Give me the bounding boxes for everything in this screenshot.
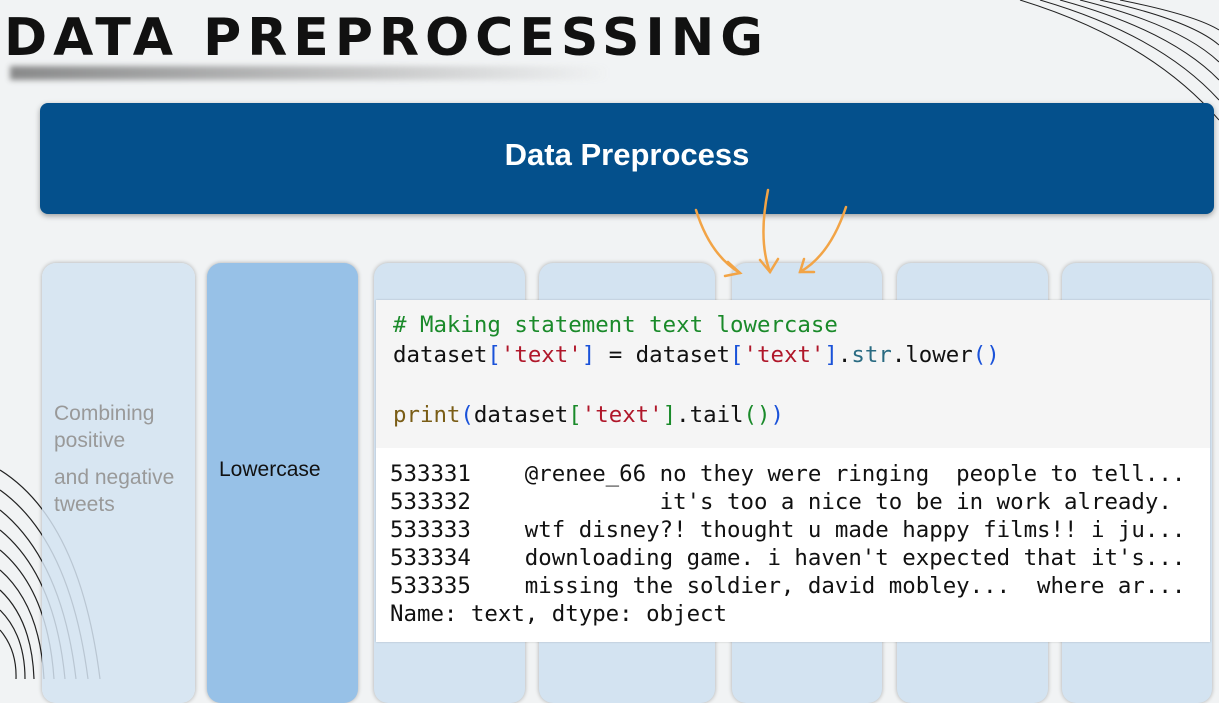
code-output: 533331 @renee_66 no they were ringing pe…: [376, 448, 1210, 628]
step-card-combining: Combining positive and negative tweets: [42, 263, 195, 703]
code-line-3: print(dataset['text'].tail()): [393, 402, 784, 428]
output-row: 533331 @renee_66 no they were ringing pe…: [390, 461, 1186, 487]
code-panel: # Making statement text lowercase datase…: [376, 300, 1210, 642]
output-row: 533333 wtf disney?! thought u made happy…: [390, 517, 1186, 543]
step-label-2: and negative tweets: [54, 466, 175, 516]
header-title: Data Preprocess: [504, 136, 750, 172]
header-bar: Data Preprocess: [40, 103, 1214, 214]
step-label: Combining positive: [54, 402, 155, 452]
output-row: 533334 downloading game. i haven't expec…: [390, 545, 1186, 571]
output-row: 533332 it's too a nice to be in work alr…: [390, 489, 1172, 515]
code-cell[interactable]: # Making statement text lowercase datase…: [376, 300, 1210, 448]
step-card-lowercase: Lowercase: [207, 263, 358, 703]
code-comment: # Making statement text lowercase: [393, 312, 838, 338]
slide-title: DATA PREPROCESSING: [4, 8, 769, 68]
output-row: 533335 missing the soldier, david mobley…: [390, 573, 1186, 599]
output-footer: Name: text, dtype: object: [390, 601, 728, 627]
code-line-1: dataset['text'] = dataset['text'].str.lo…: [393, 342, 1000, 368]
step-label: Lowercase: [219, 458, 321, 481]
